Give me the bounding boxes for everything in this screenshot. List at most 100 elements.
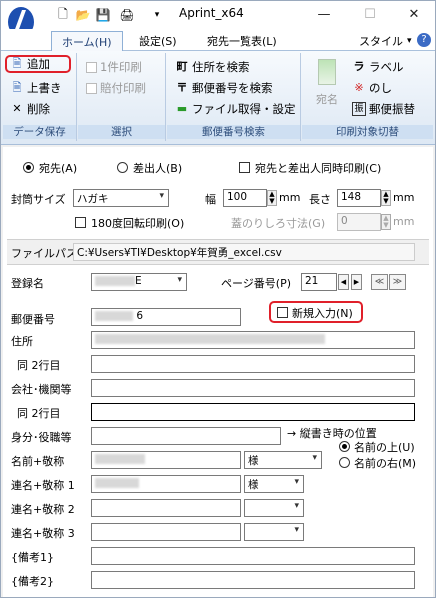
length-input[interactable]: 148 <box>337 189 381 207</box>
redacted-text <box>95 478 139 488</box>
save-icon[interactable]: 💾 <box>95 7 111 23</box>
print-one-checkbox <box>86 61 97 73</box>
tab-address-list[interactable]: 宛先一覧表(L) <box>197 31 287 51</box>
page-number-input[interactable]: 21 <box>301 273 337 291</box>
close-icon[interactable]: ✕ <box>399 4 429 24</box>
simultaneous-checkbox[interactable] <box>239 162 250 173</box>
transfer-icon: 振 <box>352 102 366 116</box>
group-label-select: 選択 <box>78 125 165 139</box>
address-line2-input[interactable] <box>91 355 415 373</box>
page-last-icon[interactable]: ≫ <box>389 274 406 290</box>
noshi-icon: ※ <box>354 81 364 94</box>
length-label: 長さ <box>309 193 331 206</box>
group-label-postal-search: 郵便番号検索 <box>167 125 300 139</box>
file-path-field[interactable]: C:¥Users¥TI¥Desktop¥年賀勇_excel.csv <box>73 243 415 261</box>
chevron-down-icon: ▾ <box>294 477 299 487</box>
name-label: 名前+敬称 <box>11 455 65 468</box>
add-button[interactable]: 🗎 追加 <box>5 55 71 73</box>
overwrite-button[interactable]: 🗎 上書き <box>10 79 62 97</box>
style-menu[interactable]: スタイル ▾ <box>349 31 422 51</box>
redacted-text <box>95 276 135 286</box>
joint1-honorific-select[interactable]: 様 ▾ <box>244 475 304 493</box>
search-postal-button[interactable]: 〒郵便番号を検索 <box>175 79 273 97</box>
title-input[interactable] <box>91 427 281 445</box>
width-spinner[interactable]: ▲ ▼ <box>267 190 277 206</box>
group-postal-search: 町住所を検索 〒郵便番号を検索 ▬ ファイル取得・設定 郵便番号検索 <box>167 53 301 141</box>
length-spinner[interactable]: ▲ ▼ <box>381 190 391 206</box>
chevron-down-icon: ▾ <box>407 36 412 46</box>
position-right-label: 名前の右(M) <box>354 457 417 470</box>
joint3-honorific-select[interactable]: ▾ <box>244 523 304 541</box>
new-file-icon[interactable]: 🗋 <box>55 7 71 23</box>
help-icon[interactable]: ? <box>417 33 431 47</box>
postal-code-label: 郵便番号 <box>11 313 55 326</box>
rotate-label: 180度回転印刷(O) <box>91 217 185 230</box>
envelope-icon <box>318 59 336 85</box>
reg-name-select[interactable]: E ▾ <box>91 273 187 291</box>
joint2-honorific-select[interactable]: ▾ <box>244 499 304 517</box>
address-input[interactable] <box>91 331 415 349</box>
add-record-icon: 🗎 <box>12 57 22 70</box>
printer-icon[interactable]: 🖨 <box>119 7 135 23</box>
open-folder-icon[interactable]: 📂 <box>75 7 91 23</box>
address-label: 住所 <box>11 335 33 348</box>
position-top-label: 名前の上(U) <box>354 441 415 454</box>
page-prev-icon[interactable]: ◀ <box>338 274 349 290</box>
search-address-button[interactable]: 町住所を検索 <box>175 58 250 76</box>
redacted-text <box>95 311 133 321</box>
width-label: 幅 <box>205 193 216 206</box>
joint3-label: 連名+敬称 3 <box>11 527 75 540</box>
minimize-icon[interactable]: — <box>309 4 339 24</box>
company-input[interactable] <box>91 379 415 397</box>
label-button[interactable]: ララベル <box>352 58 404 76</box>
joint2-input[interactable] <box>91 499 241 517</box>
tab-home[interactable]: ホーム(H) <box>51 31 123 52</box>
radio-to-label: 宛先(A) <box>39 162 78 175</box>
flap-spinner[interactable]: ▲ ▼ <box>381 214 391 230</box>
joint1-label: 連名+敬称 1 <box>11 479 75 492</box>
print-chart-button[interactable]: 賠付印刷 <box>86 79 146 97</box>
new-entry-checkbox[interactable] <box>277 307 288 318</box>
atena-button[interactable]: 宛名 <box>310 57 344 117</box>
flap-input[interactable]: 0 <box>337 213 381 231</box>
delete-button[interactable]: ✕ 削除 <box>10 100 50 118</box>
length-unit: mm <box>393 191 415 204</box>
print-chart-checkbox <box>86 82 97 94</box>
address-line2-label: 同 2行目 <box>17 359 61 372</box>
group-print-target: 宛名 ララベル ※ のし 振郵便振替 印刷対象切替 <box>302 53 434 141</box>
maximize-icon[interactable]: ☐ <box>355 4 385 24</box>
group-select: 1件印刷 賠付印刷 選択 <box>78 53 166 141</box>
company-line2-input[interactable] <box>91 403 415 421</box>
chevron-down-icon: ▾ <box>177 275 182 285</box>
reg-name-label: 登録名 <box>11 277 44 290</box>
town-icon: 町 <box>176 60 188 73</box>
postal-code-input[interactable]: 6 <box>91 308 241 326</box>
quick-access-dropdown-icon[interactable]: ▾ <box>149 7 165 23</box>
postal-transfer-button[interactable]: 振郵便振替 <box>352 100 415 118</box>
width-input[interactable]: 100 <box>223 189 267 207</box>
radio-from-label: 差出人(B) <box>133 162 183 175</box>
tab-settings[interactable]: 設定(S) <box>129 31 187 51</box>
radio-to[interactable] <box>23 162 34 173</box>
radio-from[interactable] <box>117 162 128 173</box>
name-input[interactable] <box>91 451 241 469</box>
joint3-input[interactable] <box>91 523 241 541</box>
print-one-button[interactable]: 1件印刷 <box>86 58 142 76</box>
page-next-icon[interactable]: ▶ <box>351 274 362 290</box>
overwrite-icon: 🗎 <box>12 81 22 94</box>
envelope-size-select[interactable]: ハガキ ▾ <box>73 189 169 207</box>
postal-mark-icon: 〒 <box>176 81 188 94</box>
noshi-button[interactable]: ※ のし <box>352 79 392 97</box>
radio-position-right[interactable] <box>339 457 350 468</box>
name-honorific-select[interactable]: 様 ▾ <box>244 451 322 469</box>
note2-label: {備考2} <box>11 575 54 588</box>
page-first-icon[interactable]: ≪ <box>371 274 388 290</box>
joint1-input[interactable] <box>91 475 241 493</box>
radio-position-top[interactable] <box>339 441 350 452</box>
delete-x-icon: ✕ <box>12 102 22 115</box>
folder-icon: ▬ <box>176 102 188 115</box>
file-settings-button[interactable]: ▬ ファイル取得・設定 <box>175 100 296 118</box>
note2-input[interactable] <box>91 571 415 589</box>
note1-input[interactable] <box>91 547 415 565</box>
rotate-checkbox[interactable] <box>75 217 86 228</box>
